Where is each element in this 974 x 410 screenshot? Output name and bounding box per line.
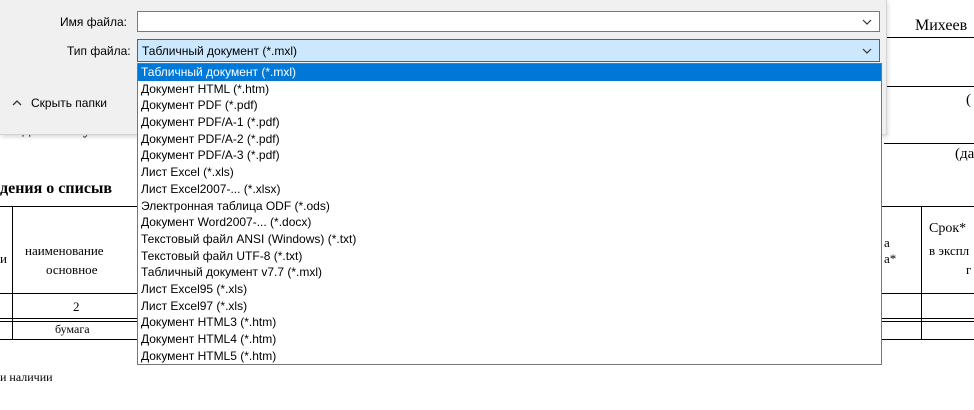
- file-type-combobox[interactable]: Табличный документ (*.mxl): [137, 39, 880, 62]
- doc-underline-3: [884, 143, 974, 144]
- col-v-ekspl: в экспл: [929, 243, 970, 258]
- col-srok: Срок*: [929, 221, 967, 236]
- file-type-option[interactable]: Документ HTML3 (*.htm): [138, 314, 881, 331]
- file-name-combobox[interactable]: [137, 11, 880, 32]
- doc-heading: дения о списыв: [0, 180, 113, 197]
- file-type-option[interactable]: Документ HTML4 (*.htm): [138, 331, 881, 348]
- file-type-dropdown-list[interactable]: Табличный документ (*.mxl) Документ HTML …: [137, 63, 882, 365]
- file-type-option[interactable]: Лист Excel (*.xls): [138, 164, 881, 181]
- file-type-value: Табличный документ (*.mxl): [142, 44, 298, 58]
- doc-surname: Михеев: [915, 17, 968, 34]
- file-type-option[interactable]: Документ PDF (*.pdf): [138, 97, 881, 114]
- chevron-up-icon: [12, 100, 22, 106]
- table-col-line: [12, 206, 13, 339]
- table-col-line-right: [921, 206, 922, 339]
- file-type-option[interactable]: Документ HTML (*.htm): [138, 81, 881, 98]
- num-2: 2: [73, 299, 80, 314]
- doc-paren-da: (да: [955, 146, 974, 162]
- file-type-option[interactable]: Текстовый файл ANSI (Windows) (*.txt): [138, 231, 881, 248]
- table-border: [0, 293, 137, 294]
- hide-folders-label: Скрыть папки: [31, 96, 107, 110]
- col-naimenovanie: наименование: [25, 243, 104, 258]
- file-type-option[interactable]: Документ PDF/A-1 (*.pdf): [138, 114, 881, 131]
- table-border-2: [0, 318, 137, 319]
- file-type-option[interactable]: Документ Word2007-... (*.docx): [138, 214, 881, 231]
- file-type-option[interactable]: Документ PDF/A-2 (*.pdf): [138, 131, 881, 148]
- file-type-option[interactable]: Табличный документ v7.7 (*.mxl): [138, 264, 881, 281]
- table-border-bottom: [0, 339, 137, 340]
- file-type-label: Тип файла:: [67, 44, 131, 58]
- file-type-option[interactable]: Лист Excel95 (*.xls): [138, 281, 881, 298]
- doc-underline-2: [884, 86, 974, 87]
- cell-bumaga: бумага: [55, 322, 90, 336]
- file-type-option[interactable]: Лист Excel2007-... (*.xlsx): [138, 181, 881, 198]
- file-type-option[interactable]: Документ PDF/A-3 (*.pdf): [138, 147, 881, 164]
- file-type-option[interactable]: Табличный документ (*.mxl): [138, 64, 881, 81]
- file-type-option[interactable]: Текстовый файл UTF-8 (*.txt): [138, 248, 881, 265]
- file-type-option[interactable]: Лист Excel97 (*.xls): [138, 298, 881, 315]
- chevron-down-icon[interactable]: [861, 45, 873, 57]
- col-osnovnoe: основное: [46, 262, 98, 277]
- doc-underline: [884, 37, 974, 38]
- col-g: г: [966, 262, 972, 277]
- col-a: а: [884, 235, 890, 250]
- table-border-right-2: [882, 318, 974, 319]
- file-type-option[interactable]: Электронная таблица ODF (*.ods): [138, 198, 881, 215]
- table-border-right: [882, 293, 974, 294]
- doc-paren: (: [966, 92, 971, 108]
- table-border-bottom-right: [882, 339, 974, 340]
- file-type-option[interactable]: Документ HTML5 (*.htm): [138, 348, 881, 365]
- file-name-label: Имя файла:: [60, 15, 127, 29]
- chevron-down-icon[interactable]: [861, 16, 873, 28]
- table-border-right-3: [882, 321, 974, 322]
- footnote: и наличии: [0, 370, 53, 384]
- col-a-star: а*: [884, 251, 897, 266]
- col-ii: и: [0, 251, 7, 266]
